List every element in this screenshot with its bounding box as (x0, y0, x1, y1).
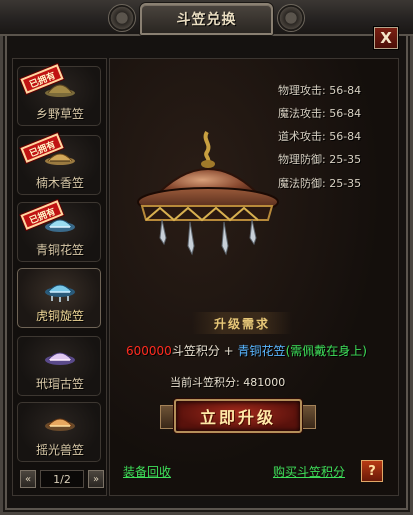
requirement-line: 600000斗笠积分 + 青铜花笠(需佩戴在身上) (126, 342, 367, 359)
help-button[interactable]: ? (361, 460, 383, 482)
list-item-qingtong[interactable]: 已拥有 青铜花笠 (17, 200, 101, 262)
stat-physical-attack: 物理攻击: 56-84 (278, 84, 362, 97)
list-item-nanmu[interactable]: 已拥有 楠木香笠 (17, 133, 101, 195)
stat-physical-defense: 物理防御: 25-35 (278, 153, 362, 166)
points-amount: 600000 (126, 344, 172, 358)
hat-icon (45, 352, 75, 365)
stat-taoist-attack: 道术攻击: 56-84 (278, 130, 362, 143)
current-points: 当前斗笠积分: 481000 (170, 376, 286, 389)
list-item-label: 乡野草笠 (35, 107, 84, 121)
requirement-title: 升级需求 (213, 316, 270, 331)
upgrade-now-button[interactable]: 立即升级 (174, 399, 302, 433)
ornament-gear-left (108, 4, 136, 32)
hat-icon (45, 418, 75, 431)
page-indicator: 1/2 (40, 470, 84, 488)
prev-page-button[interactable]: « (20, 470, 36, 488)
list-item-label: 玳瑁古笠 (35, 377, 84, 391)
list-item-xiangye[interactable]: 已拥有 乡野草笠 (17, 64, 101, 126)
list-item-hutong[interactable]: 虎铜旋笠 (17, 268, 101, 328)
title-plate: 斗笠兑换 (140, 3, 273, 35)
list-item-label: 楠木香笠 (35, 176, 84, 190)
pager: « 1/2 » (20, 470, 104, 488)
wear-note: (需佩戴在身上) (285, 344, 367, 358)
list-item-daimao[interactable]: 玳瑁古笠 (17, 336, 101, 396)
window-title: 斗笠兑换 (176, 12, 237, 28)
ornament-gear-right (277, 4, 305, 32)
buy-points-link[interactable]: 购买斗笠积分 (273, 463, 345, 480)
close-button[interactable]: X (374, 27, 398, 49)
required-item: 青铜花笠 (237, 344, 286, 358)
plus-sign: + (223, 344, 234, 358)
list-item-yaoguang[interactable]: 摇光兽笠 (17, 402, 101, 462)
list-item-label: 青铜花笠 (35, 243, 84, 257)
list-item-label: 摇光兽笠 (35, 443, 84, 457)
stat-magic-attack: 魔法攻击: 56-84 (278, 107, 362, 120)
stat-magic-defense: 魔法防御: 25-35 (278, 177, 362, 190)
next-page-button[interactable]: » (88, 470, 104, 488)
recycle-equipment-link[interactable]: 装备回收 (123, 463, 171, 480)
hat-preview-image (137, 130, 279, 256)
requirement-header: 升级需求 (192, 312, 292, 334)
hat-icon (45, 284, 75, 302)
list-item-label: 虎铜旋笠 (35, 309, 84, 323)
upgrade-button-label: 立即升级 (199, 408, 276, 427)
points-label: 斗笠积分 (171, 344, 220, 358)
